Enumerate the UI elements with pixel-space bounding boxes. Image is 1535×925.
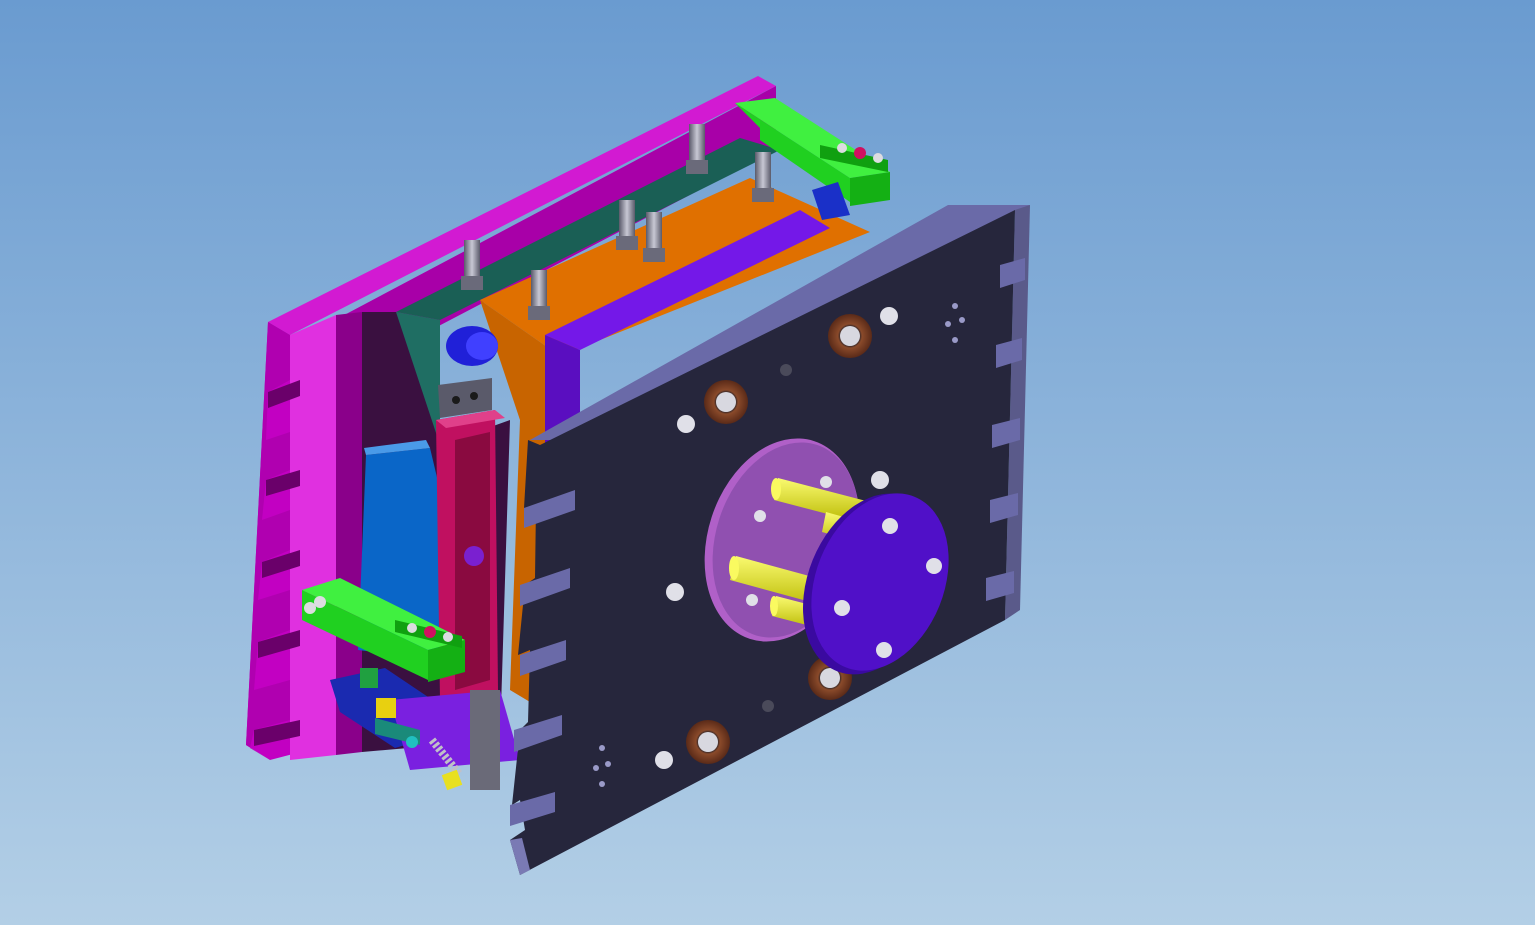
slide-knob: [464, 546, 484, 566]
latch-stop-top: [854, 147, 866, 159]
fitting-6[interactable]: [752, 152, 774, 202]
hex-nut: [376, 698, 396, 718]
cad-viewport[interactable]: [0, 0, 1535, 925]
fitting-5[interactable]: [686, 124, 708, 174]
mold-assembly-scene[interactable]: [0, 0, 1535, 925]
fitting-3[interactable]: [616, 200, 638, 250]
fitting-1[interactable]: [461, 240, 483, 290]
fitting-4[interactable]: [643, 212, 665, 262]
latch-stop-bottom: [424, 626, 436, 638]
fitting-2[interactable]: [528, 270, 550, 320]
